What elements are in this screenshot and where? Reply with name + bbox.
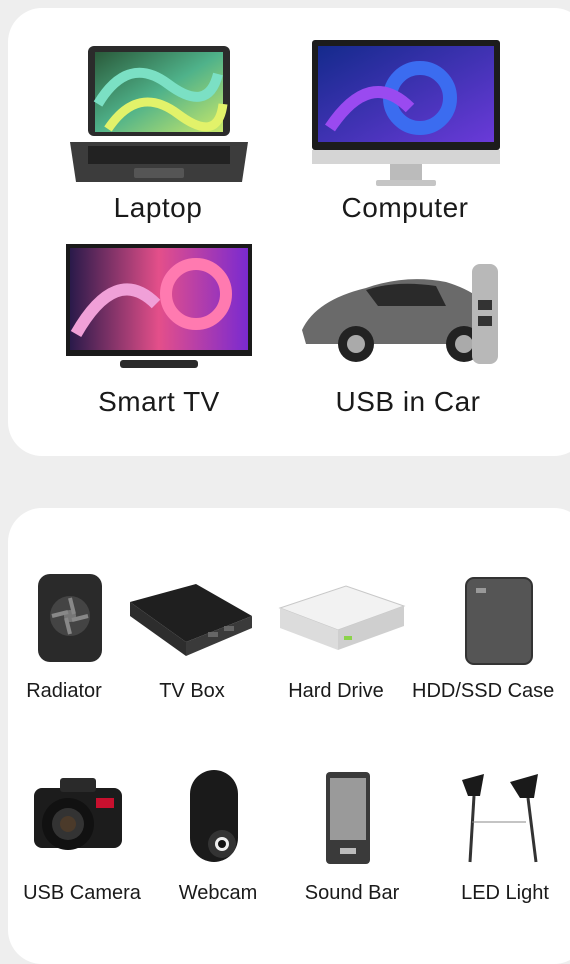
- car-icon: [296, 260, 520, 376]
- camera-icon: [30, 772, 126, 864]
- laptop-label: Laptop: [113, 192, 203, 223]
- device-radiator: Radiator: [14, 680, 114, 703]
- device-laptop: Laptop: [88, 192, 228, 224]
- device-hard-drive: Hard Drive: [276, 680, 396, 703]
- sound-bar-label: Sound Bar: [304, 882, 400, 904]
- sound-bar-icon: [324, 770, 372, 866]
- tv-icon: [66, 244, 252, 372]
- computer-label: Computer: [341, 192, 469, 223]
- device-hdd-ssd-case: HDD/SSD Case: [412, 680, 570, 703]
- hard-drive-icon: [276, 584, 408, 654]
- hdd-ssd-case-label: HDD/SSD Case: [412, 680, 555, 702]
- webcam-icon: [182, 768, 246, 868]
- device-webcam: Webcam: [168, 882, 268, 905]
- device-sound-bar: Sound Bar: [294, 882, 410, 905]
- device-usb-in-car: USB in Car: [318, 386, 498, 418]
- webcam-label: Webcam: [178, 882, 258, 904]
- tv-box-icon: [126, 582, 254, 658]
- radiator-icon: [32, 570, 108, 666]
- device-tv-box: TV Box: [142, 680, 242, 703]
- smart-tv-label: Smart TV: [98, 386, 220, 417]
- hard-drive-label: Hard Drive: [288, 680, 384, 702]
- tv-box-label: TV Box: [159, 680, 225, 702]
- device-smart-tv: Smart TV: [86, 386, 232, 418]
- led-light-label: LED Light: [461, 882, 549, 904]
- led-light-icon: [458, 772, 552, 868]
- usb-camera-label: USB Camera: [23, 882, 141, 904]
- ssd-case-icon: [464, 576, 534, 666]
- computer-icon: [310, 38, 502, 188]
- device-computer: Computer: [320, 192, 490, 224]
- device-usb-camera: USB Camera: [14, 882, 150, 905]
- laptop-icon: [68, 44, 250, 184]
- usb-in-car-label: USB in Car: [335, 386, 481, 417]
- device-led-light: LED Light: [450, 882, 560, 905]
- radiator-label: Radiator: [26, 680, 102, 702]
